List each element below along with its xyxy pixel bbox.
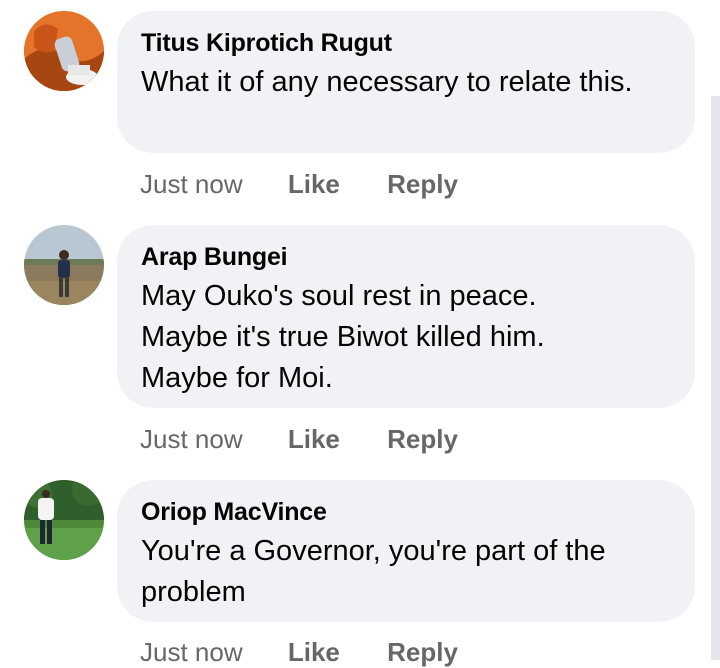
comment-actions: Just now Like Reply [140,636,458,668]
reply-button[interactable]: Reply [387,168,458,200]
reply-button[interactable]: Reply [387,423,458,455]
comment-bubble: Arap Bungei May Ouko's soul rest in peac… [117,225,695,408]
avatar-photo-icon [24,11,104,91]
comment-actions: Just now Like Reply [140,168,458,200]
comment-text: You're a Governor, you're part of the pr… [141,535,606,608]
comment-bubble: Titus Kiprotich Rugut What it of any nec… [117,11,695,153]
comment-timestamp[interactable]: Just now [140,423,243,455]
avatar[interactable] [24,225,104,305]
like-button[interactable]: Like [288,636,340,668]
comment-author[interactable]: Arap Bungei [141,241,671,273]
avatar[interactable] [24,11,104,91]
comment-actions: Just now Like Reply [140,423,458,455]
comment-bubble: Oriop MacVince You're a Governor, you're… [117,480,695,622]
avatar-photo-icon [24,480,104,560]
comment-author[interactable]: Oriop MacVince [141,496,671,528]
comment-timestamp[interactable]: Just now [140,168,243,200]
scrollbar[interactable] [711,96,720,660]
comment-text: What it of any necessary to relate this. [141,66,633,98]
comment-timestamp[interactable]: Just now [140,636,243,668]
avatar[interactable] [24,480,104,560]
reply-button[interactable]: Reply [387,636,458,668]
like-button[interactable]: Like [288,423,340,455]
comment-author[interactable]: Titus Kiprotich Rugut [141,27,671,59]
avatar-photo-icon [24,225,104,305]
like-button[interactable]: Like [288,168,340,200]
comment-text: May Ouko's soul rest in peace. Maybe it'… [141,280,545,394]
